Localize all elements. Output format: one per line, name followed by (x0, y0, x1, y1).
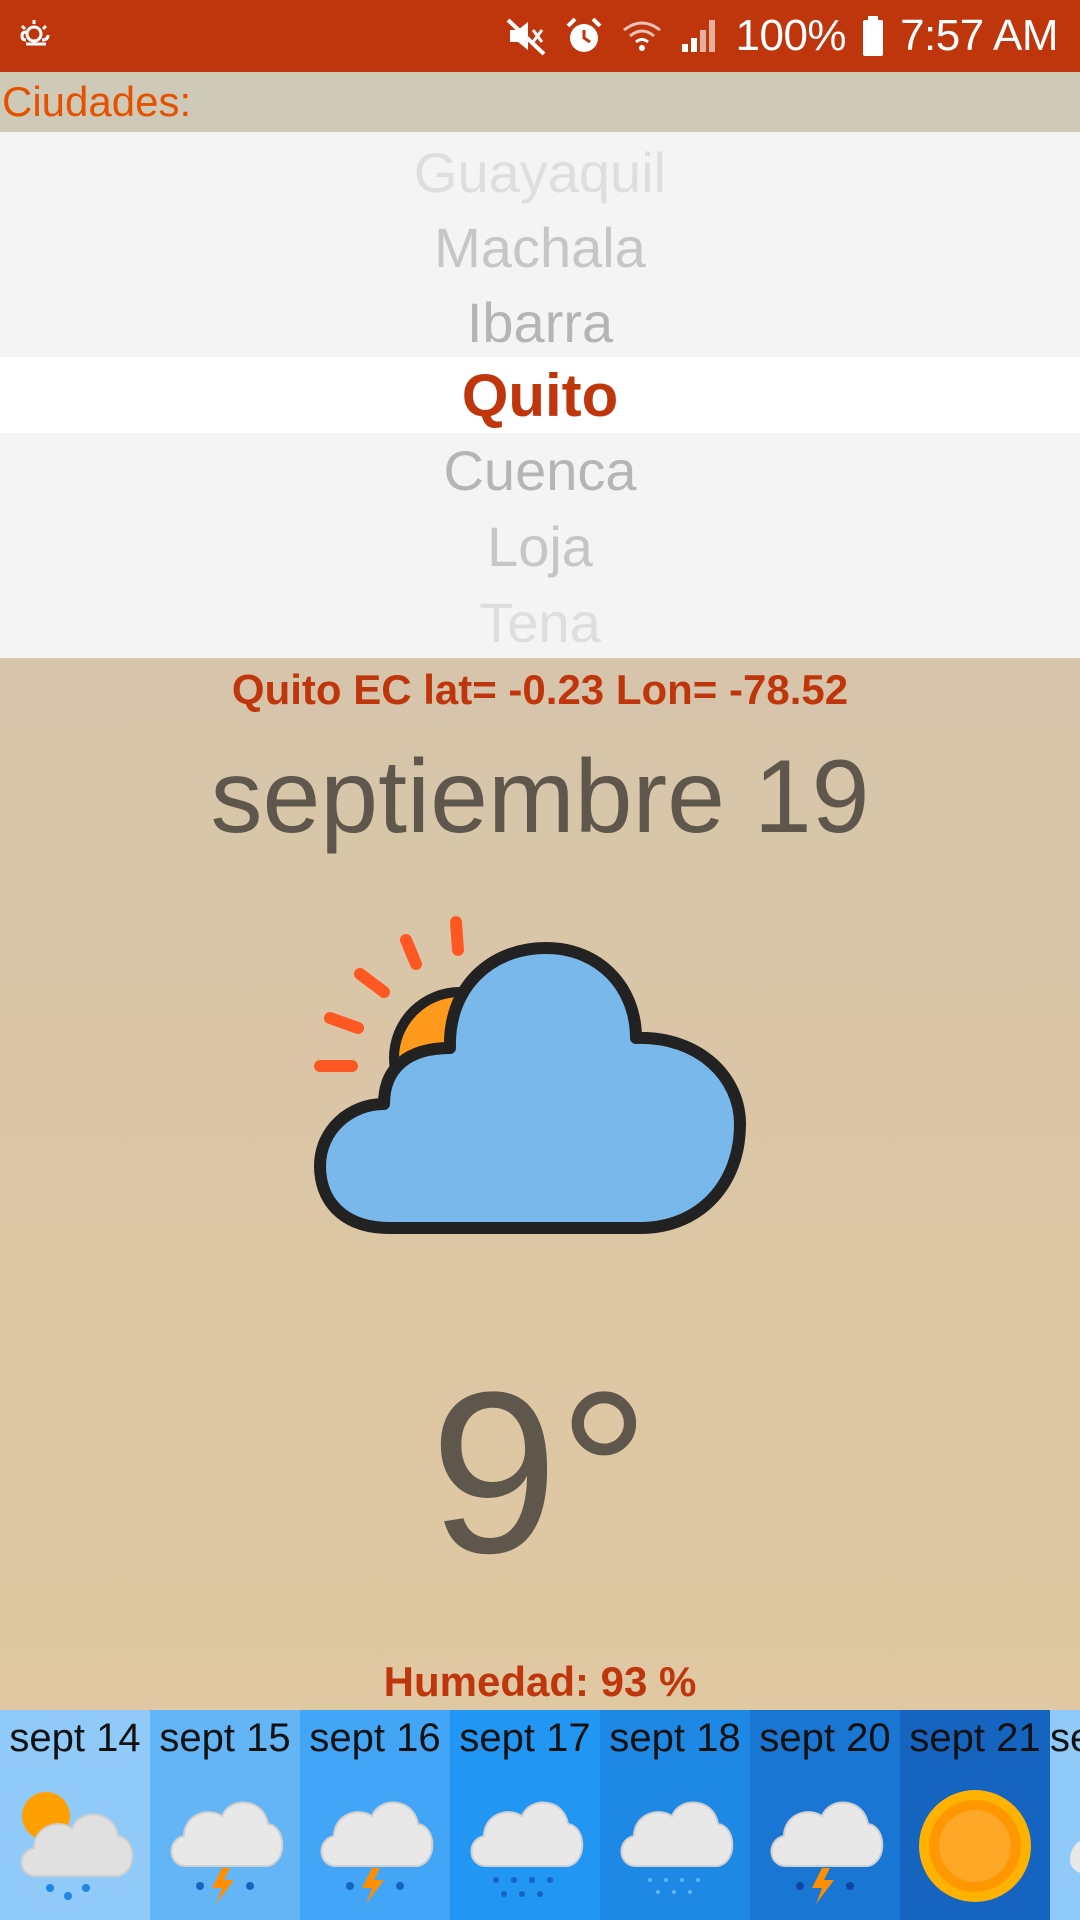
picker-item-selected[interactable]: Quito (0, 357, 1080, 433)
forecast-day-label: sept 15 (159, 1716, 291, 1760)
forecast-strip[interactable]: sept 14 sept 15 sept 16 sept 17 sept 18 … (0, 1710, 1080, 1920)
thunder-rain-icon (160, 1776, 290, 1906)
picker-item-ibarra[interactable]: Ibarra (0, 284, 1080, 360)
forecast-day[interactable]: sept 16 (300, 1710, 450, 1920)
picker-item-loja[interactable]: Loja (0, 508, 1080, 584)
forecast-day-label: sept 18 (609, 1716, 741, 1760)
current-temperature: 9° (430, 1344, 650, 1601)
forecast-day-label: sept 21 (909, 1716, 1041, 1760)
forecast-day[interactable]: se (1050, 1710, 1080, 1920)
forecast-day[interactable]: sept 14 (0, 1710, 150, 1920)
cities-header: Ciudades: (0, 72, 1080, 132)
current-weather-panel: Quito EC lat= -0.23 Lon= -78.52 septiemb… (0, 658, 1080, 1710)
cloud-icon (1060, 1776, 1080, 1906)
picker-item-guayaquil[interactable]: Guayaquil (0, 134, 1080, 210)
forecast-day[interactable]: sept 18 (600, 1710, 750, 1920)
picker-item-tena[interactable]: Tena (0, 584, 1080, 660)
battery-icon (860, 14, 886, 58)
location-coordinates: Quito EC lat= -0.23 Lon= -78.52 (231, 666, 849, 713)
current-date: septiembre 19 (210, 739, 870, 855)
status-bar: 100% 7:57 AM (0, 0, 1080, 72)
wifi-icon (620, 14, 664, 58)
alarm-icon (562, 14, 606, 58)
forecast-day[interactable]: sept 20 (750, 1710, 900, 1920)
sun-icon (910, 1776, 1040, 1906)
partly-cloudy-icon (300, 908, 780, 1248)
humidity-label: Humedad: 93 % (383, 1658, 697, 1705)
forecast-day[interactable]: sept 21 (900, 1710, 1050, 1920)
thunder-rain-icon (760, 1776, 890, 1906)
thunder-rain-icon (310, 1776, 440, 1906)
forecast-day[interactable]: sept 15 (150, 1710, 300, 1920)
sun-cloud-rain-icon (10, 1776, 140, 1906)
picker-item-cuenca[interactable]: Cuenca (0, 432, 1080, 508)
forecast-day[interactable]: sept 17 (450, 1710, 600, 1920)
picker-item-machala[interactable]: Machala (0, 209, 1080, 285)
signal-icon (678, 14, 722, 58)
mute-icon (504, 14, 548, 58)
clock: 7:57 AM (900, 11, 1058, 60)
battery-percent: 100% (735, 11, 847, 60)
drizzle-cloud-icon (610, 1776, 740, 1906)
forecast-day-label: se (1050, 1716, 1080, 1760)
forecast-day-label: sept 17 (459, 1716, 591, 1760)
weather-notification-icon (12, 10, 60, 63)
snow-cloud-icon (460, 1776, 590, 1906)
forecast-day-label: sept 20 (759, 1716, 891, 1760)
city-picker[interactable]: Guayaquil Machala Ibarra Quito Cuenca Lo… (0, 132, 1080, 658)
forecast-day-label: sept 14 (9, 1716, 141, 1760)
forecast-day-label: sept 16 (309, 1716, 441, 1760)
